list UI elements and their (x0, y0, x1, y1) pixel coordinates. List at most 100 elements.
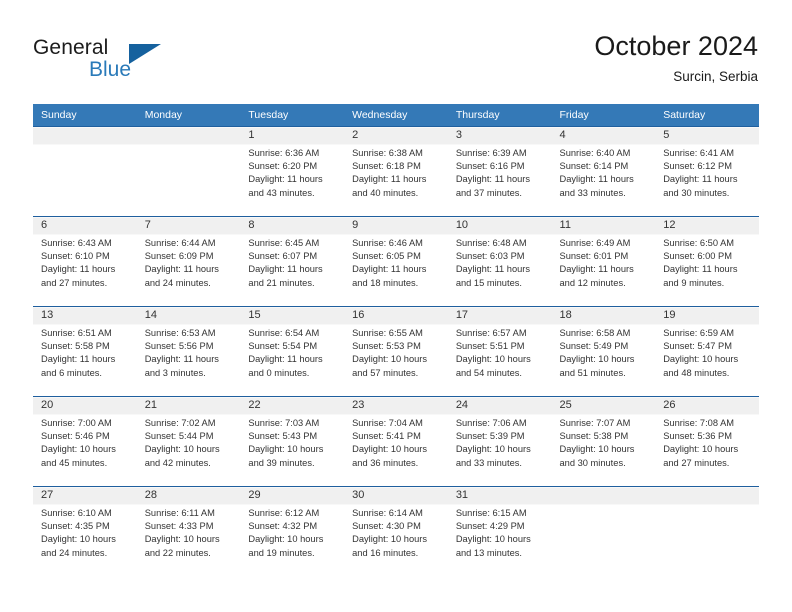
calendar-day-cell[interactable]: 4 Sunrise: 6:40 AM Sunset: 6:14 PM Daylight… (551, 126, 656, 217)
sunset-text: Sunset: 5:54 PM (248, 341, 318, 352)
sunset-text: Sunset: 5:51 PM (455, 341, 525, 352)
calendar-day-cell[interactable]: 7 Sunrise: 6:44 AM Sunset: 6:09 PM Daylight… (136, 216, 241, 307)
sunset-text: Sunset: 6:18 PM (352, 161, 421, 172)
daylight-text: Daylight: 10 hours (455, 444, 531, 455)
calendar-day-cell[interactable]: 25 Sunrise: 7:07 AM Sunset: 5:38 PM Dayligh… (551, 396, 656, 487)
title-block: October 2024 Surcin, Serbia (594, 30, 758, 86)
sunset-text: Sunset: 6:01 PM (559, 251, 629, 262)
daylight-text: Daylight: 11 hours (352, 174, 427, 185)
sunrise-text: Sunrise: 6:14 AM (352, 508, 423, 518)
calendar-header-row: Sunday Monday Tuesday Wednesday Thursday… (33, 104, 759, 127)
calendar-day-cell[interactable]: 27 Sunrise: 6:10 AM Sunset: 4:35 PM Dayligh… (33, 486, 137, 577)
calendar-day-cell[interactable]: 15 Sunrise: 6:54 AM Sunset: 5:54 PM Dayligh… (240, 306, 345, 397)
calendar-day-cell[interactable]: 3 Sunrise: 6:39 AM Sunset: 6:16 PM Daylight… (447, 126, 552, 217)
calendar-day-cell[interactable]: 28 Sunrise: 6:11 AM Sunset: 4:33 PM Dayligh… (136, 486, 241, 577)
day-details: Sunrise: 6:41 AM Sunset: 6:12 PM Daylight:… (655, 144, 759, 200)
daylight-text: and 21 minutes. (248, 277, 315, 288)
day-number: 5 (663, 129, 670, 141)
daylight-text: and 57 minutes. (352, 367, 419, 378)
calendar-day-cell[interactable]: 1 Sunrise: 6:36 AM Sunset: 6:20 PM Daylight… (240, 126, 345, 217)
daylight-text: Daylight: 10 hours (144, 534, 220, 545)
sunrise-text: Sunrise: 6:50 AM (663, 238, 735, 248)
daylight-text: and 3 minutes. (144, 367, 206, 378)
day-number: 1 (248, 129, 255, 141)
sunset-text: Sunset: 5:46 PM (41, 431, 110, 442)
calendar-day-cell[interactable]: 11 Sunrise: 6:49 AM Sunset: 6:01 PM Dayligh… (551, 216, 656, 307)
sunrise-text: Sunrise: 6:49 AM (559, 238, 631, 248)
weekday-header-sunday: Sunday (33, 104, 137, 127)
daylight-text: Daylight: 10 hours (559, 354, 635, 365)
calendar-day-cell[interactable]: 2 Sunrise: 6:38 AM Sunset: 6:18 PM Daylight… (344, 126, 448, 217)
calendar-day-cell[interactable]: 12 Sunrise: 6:50 AM Sunset: 6:00 PM Dayligh… (655, 216, 759, 307)
calendar-day-cell[interactable]: 17 Sunrise: 6:57 AM Sunset: 5:51 PM Dayligh… (447, 306, 552, 397)
calendar-day-cell[interactable]: 9 Sunrise: 6:46 AM Sunset: 6:05 PM Daylight… (344, 216, 448, 307)
daylight-text: Daylight: 11 hours (144, 354, 219, 365)
sunset-text: Sunset: 4:32 PM (248, 521, 318, 532)
sunrise-text: Sunrise: 6:44 AM (144, 238, 216, 248)
day-details: Sunrise: 6:50 AM Sunset: 6:00 PM Daylight:… (655, 234, 759, 290)
day-details: Sunrise: 6:38 AM Sunset: 6:18 PM Daylight:… (344, 144, 448, 200)
daylight-text: and 37 minutes. (455, 187, 522, 198)
day-details: Sunrise: 6:39 AM Sunset: 6:16 PM Daylight:… (448, 144, 552, 200)
sunset-text: Sunset: 6:00 PM (663, 251, 732, 262)
calendar-day-cell[interactable]: 13 Sunrise: 6:51 AM Sunset: 5:58 PM Dayligh… (33, 306, 137, 397)
calendar-day-cell[interactable]: 21 Sunrise: 7:02 AM Sunset: 5:44 PM Dayligh… (136, 396, 241, 487)
sunset-text: Sunset: 6:07 PM (248, 251, 318, 262)
daylight-text: Daylight: 10 hours (663, 354, 739, 365)
location-subtitle: Surcin, Serbia (673, 69, 758, 84)
day-number: 13 (41, 309, 54, 321)
brand-logo[interactable]: General Blue (33, 36, 233, 88)
calendar-day-cell[interactable]: 29 Sunrise: 6:12 AM Sunset: 4:32 PM Dayligh… (240, 486, 345, 577)
calendar-day-cell[interactable]: 5 Sunrise: 6:41 AM Sunset: 6:12 PM Daylight… (655, 126, 759, 217)
sunset-text: Sunset: 6:05 PM (352, 251, 421, 262)
sunset-text: Sunset: 6:16 PM (455, 161, 525, 172)
calendar-day-cell[interactable]: 24 Sunrise: 7:06 AM Sunset: 5:39 PM Dayligh… (447, 396, 552, 487)
calendar-body: 1 Sunrise: 6:36 AM Sunset: 6:20 PM Daylight… (33, 126, 759, 577)
daylight-text: Daylight: 11 hours (455, 174, 531, 185)
daylight-text: and 33 minutes. (455, 457, 522, 468)
calendar-day-cell[interactable]: 10 Sunrise: 6:48 AM Sunset: 6:03 PM Dayligh… (447, 216, 552, 307)
calendar-day-cell[interactable]: 16 Sunrise: 6:55 AM Sunset: 5:53 PM Dayligh… (344, 306, 448, 397)
calendar-day-cell[interactable]: 23 Sunrise: 7:04 AM Sunset: 5:41 PM Dayligh… (344, 396, 448, 487)
calendar-day-cell[interactable]: 22 Sunrise: 7:03 AM Sunset: 5:43 PM Dayligh… (240, 396, 345, 487)
sunset-text: Sunset: 5:47 PM (663, 341, 732, 352)
calendar-day-cell[interactable]: 6 Sunrise: 6:43 AM Sunset: 6:10 PM Daylight… (33, 216, 137, 307)
calendar-day-cell[interactable]: 31 Sunrise: 6:15 AM Sunset: 4:29 PM Dayligh… (447, 486, 552, 577)
day-number: 30 (352, 489, 365, 501)
day-number: 8 (248, 219, 255, 231)
calendar-day-cell[interactable]: 8 Sunrise: 6:45 AM Sunset: 6:07 PM Daylight… (240, 216, 345, 307)
calendar-day-cell[interactable]: 14 Sunrise: 6:53 AM Sunset: 5:56 PM Dayligh… (136, 306, 241, 397)
daylight-text: Daylight: 10 hours (144, 444, 220, 455)
daylight-text: and 27 minutes. (663, 457, 730, 468)
sunset-text: Sunset: 6:10 PM (41, 251, 110, 262)
daylight-text: Daylight: 11 hours (663, 264, 738, 275)
day-details: Sunrise: 6:40 AM Sunset: 6:14 PM Daylight:… (552, 144, 656, 200)
sunrise-text: Sunrise: 7:06 AM (455, 418, 527, 428)
daylight-text: Daylight: 11 hours (455, 264, 531, 275)
triangle-flag-icon (129, 44, 161, 64)
day-number: 11 (559, 219, 571, 231)
calendar-day-cell[interactable]: 30 Sunrise: 6:14 AM Sunset: 4:30 PM Dayligh… (344, 486, 448, 577)
day-details: Sunrise: 6:53 AM Sunset: 5:56 PM Daylight:… (137, 324, 241, 380)
calendar-week-row: 6 Sunrise: 6:43 AM Sunset: 6:10 PM Daylight… (33, 216, 759, 307)
sunrise-text: Sunrise: 6:59 AM (663, 328, 735, 338)
daylight-text: and 42 minutes. (144, 457, 211, 468)
sunrise-text: Sunrise: 6:53 AM (144, 328, 216, 338)
daylight-text: and 40 minutes. (352, 187, 419, 198)
calendar-day-cell[interactable]: 26 Sunrise: 7:08 AM Sunset: 5:36 PM Dayligh… (655, 396, 759, 487)
sunrise-text: Sunrise: 6:39 AM (455, 148, 527, 158)
daylight-text: Daylight: 11 hours (144, 264, 219, 275)
day-details: Sunrise: 7:04 AM Sunset: 5:41 PM Daylight:… (344, 414, 448, 470)
calendar-day-cell[interactable]: 19 Sunrise: 6:59 AM Sunset: 5:47 PM Dayligh… (655, 306, 759, 397)
calendar-day-cell[interactable]: 20 Sunrise: 7:00 AM Sunset: 5:46 PM Dayligh… (33, 396, 137, 487)
sunset-text: Sunset: 5:43 PM (248, 431, 318, 442)
sunrise-text: Sunrise: 6:41 AM (663, 148, 735, 158)
calendar-day-cell[interactable]: 18 Sunrise: 6:58 AM Sunset: 5:49 PM Dayligh… (551, 306, 656, 397)
daylight-text: and 12 minutes. (559, 277, 626, 288)
day-details: Sunrise: 6:36 AM Sunset: 6:20 PM Daylight:… (240, 144, 344, 200)
sunset-text: Sunset: 4:35 PM (41, 521, 110, 532)
calendar-week-row: 13 Sunrise: 6:51 AM Sunset: 5:58 PM Dayligh… (33, 306, 759, 397)
daylight-text: Daylight: 10 hours (663, 444, 739, 455)
daylight-text: Daylight: 10 hours (352, 534, 428, 545)
sunrise-text: Sunrise: 6:43 AM (41, 238, 112, 248)
